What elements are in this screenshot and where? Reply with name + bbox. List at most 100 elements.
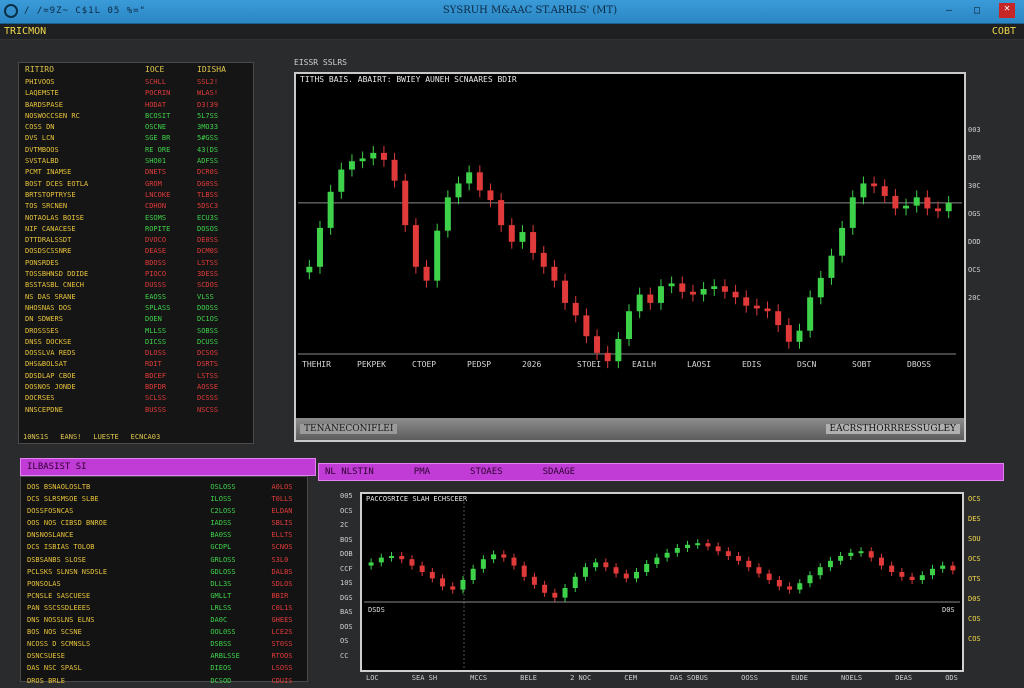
col-ask-header[interactable]: IDISHA: [197, 65, 237, 75]
app-icon[interactable]: [4, 4, 18, 18]
lower-watchlist-row[interactable]: PAN SSCSSDLEEES LRLSS C0L1S: [21, 602, 307, 614]
candle-body: [839, 227, 846, 256]
candle-body: [348, 161, 355, 170]
tab-pma[interactable]: PMA: [414, 464, 430, 480]
candle-body: [359, 158, 366, 162]
watchlist-row[interactable]: DOCRSES SCLSS DCSSS: [19, 393, 253, 404]
candle-body: [868, 551, 874, 558]
lower-watchlist-row[interactable]: NCOSS D SCMNSLS DSBSS ST0SS: [21, 638, 307, 650]
watchlist-row[interactable]: BOST DCES EOTLA GROM DG0SS: [19, 179, 253, 190]
watchlist-row[interactable]: DN SDWERS DOEN DC1OS: [19, 314, 253, 325]
watchlist-footer: 10NS1S EANS! LUESTE ECNCA03: [23, 433, 160, 441]
tab-stoaes[interactable]: STOAES: [470, 464, 503, 480]
maximize-button[interactable]: □: [970, 5, 984, 17]
bid-cell: DEASE: [145, 247, 167, 256]
watchlist-row[interactable]: NIF CANACESE ROPITE DOSOS: [19, 224, 253, 235]
symbol-cell: DOSSFOSNCAS: [27, 507, 74, 516]
watchlist-row[interactable]: TOSSBHNSD DDIDE PIOCO 3DESS: [19, 269, 253, 280]
lower-watchlist-row[interactable]: PCLSKS SLNSN NSDSLE GDLOSS DALBS: [21, 566, 307, 578]
x-tick-label: DBOSS: [907, 360, 931, 369]
minimize-button[interactable]: —: [942, 5, 956, 17]
lower-watchlist-row[interactable]: DOSSFOSNCAS C2LOSS ELDAN: [21, 505, 307, 517]
watchlist-row[interactable]: DDSDLAP CBOE BDCEF LSTSS: [19, 371, 253, 382]
watchlist-row[interactable]: COSS DN OSCNE 3MO33: [19, 122, 253, 133]
axis-tick-label: 20C: [968, 294, 981, 302]
watchlist-row[interactable]: DNSS DOCKSE DICSS DCUSS: [19, 337, 253, 348]
main-chart-panel[interactable]: TITHS BAIS. ABAIRT: BWIEY AUNEH SCNAARES…: [294, 72, 966, 442]
time-label: DAS SOBUS: [670, 674, 708, 682]
lower-watchlist-row[interactable]: PONSOLAS DLL3S SDLOS: [21, 578, 307, 590]
window-title: SYSRUH M&AAC ST.ARRLS' (MT): [442, 5, 618, 16]
watchlist-row[interactable]: BARDSPASE HODAT D3(39: [19, 100, 253, 111]
lower-watchlist-row[interactable]: PCNSLE SASCUESE GMLLT BBIR: [21, 590, 307, 602]
tab-sdaage[interactable]: SDAAGE: [543, 464, 576, 480]
menu-right-label[interactable]: COBT: [992, 26, 1016, 37]
close-button[interactable]: ✕: [999, 3, 1015, 18]
candle-body: [746, 560, 752, 568]
watchlist-row[interactable]: SVSTALBD SHO01 ADFSS: [19, 156, 253, 167]
lower-chart-title-bar[interactable]: NL NLSTIN PMA STOAES SDAAGE: [318, 463, 1004, 481]
watchlist-row[interactable]: NS DAS SRANE EAOSS VLSS: [19, 292, 253, 303]
main-candlestick-chart[interactable]: THEHIR PEKPEK CTOEP PEDSP 2026 STOEI EAILH LAOS…: [296, 74, 964, 420]
candle-body: [460, 580, 466, 590]
tab-nl[interactable]: NL NLSTIN: [325, 464, 374, 480]
watchlist-row[interactable]: DROSSSES MLLSS SOBSS: [19, 326, 253, 337]
watchlist-row[interactable]: DTTDRALSSDT DVOCO DE0SS: [19, 235, 253, 246]
menu-label[interactable]: TRICMON: [4, 26, 46, 37]
ask-cell: VLSS: [197, 292, 214, 301]
lower-watchlist-row[interactable]: DCS ISBIAS TOLOB GCDPL SCNOS: [21, 541, 307, 553]
watchlist-row[interactable]: PHIVOOS SCHLL SSL2!: [19, 77, 253, 88]
candle-body: [756, 567, 762, 574]
app-name: / /=9Z~ C$1L 05 %=": [24, 6, 146, 16]
candle-body: [370, 152, 377, 159]
lower-watchlist-row[interactable]: BOS NOS SCSNE OOL0SS LCE2S: [21, 626, 307, 638]
bid-cell: BUSSS: [145, 405, 167, 414]
axis-tick-label: COS: [968, 635, 981, 643]
ask-cell: NSCSS: [197, 405, 219, 414]
col-symbol-header[interactable]: RITIRO: [25, 65, 145, 75]
lower-watchlist-row[interactable]: DOS BSNAOLOSLTB OSLOSS A0LOS: [21, 481, 307, 493]
axis-tick-label: 30C: [968, 182, 981, 190]
watchlist-row[interactable]: PONSRDES BDOSS LSTSS: [19, 258, 253, 269]
candle-body: [613, 567, 619, 574]
watchlist-row[interactable]: NHOSNAS DOS SPLASS DOOSS: [19, 303, 253, 314]
candle-body: [689, 291, 696, 295]
sub-candlestick-chart[interactable]: DSDS D0S: [362, 494, 962, 670]
bid-cell: RE ORE: [145, 145, 171, 154]
watchlist-row[interactable]: BSSTASBL CNECH DUSSS SCDOS: [19, 280, 253, 291]
watchlist-row[interactable]: DOSDSCSSNRE DEASE DCM0S: [19, 246, 253, 257]
watchlist-row[interactable]: DVS LCN SGE BR 5#GSS: [19, 133, 253, 144]
lower-watchlist-row[interactable]: DROS BRLE DCSOD CDUIS: [21, 675, 307, 687]
watchlist-row[interactable]: NNSCEPDNE BUSSS NSCSS: [19, 405, 253, 416]
lower-watchlist-row[interactable]: DNS NOSSLNS ELNS DA0C GHEES: [21, 614, 307, 626]
watchlist-row[interactable]: TOS SRCNEN CDHON 5DSC3: [19, 201, 253, 212]
lower-watchlist-row[interactable]: DSBSANBS SLOSE GRLOSS S3L0: [21, 554, 307, 566]
lower-watchlist-row[interactable]: DAS NSC SPASL DIEOS LSOSS: [21, 662, 307, 674]
watchlist-row[interactable]: PCMT INAMSE DNETS DCR0S: [19, 167, 253, 178]
watchlist-row[interactable]: LAQEMSTE POCRIN WLAS!: [19, 88, 253, 99]
bid-cell: BDFDR: [145, 383, 167, 392]
lower-watchlist-row[interactable]: OOS NOS CIBSD BNROE IADSS SBLIS: [21, 517, 307, 529]
watchlist-row[interactable]: BRTSTOPTRYSE LNCOKE TLBSS: [19, 190, 253, 201]
lower-watchlist-row[interactable]: DCS SLRSMSOE SLBE ILOSS T0LLS: [21, 493, 307, 505]
bid-cell: PIOCO: [145, 270, 167, 279]
lower-watchlist-title-bar[interactable]: ILBASIST SI: [20, 458, 316, 476]
watchlist-row[interactable]: DHS&BOLSAT RDIT DSRTS: [19, 359, 253, 370]
col-bid-header[interactable]: IOCE: [145, 65, 197, 75]
candle-body: [531, 576, 537, 585]
watchlist-row[interactable]: DOSSLVA REDS DLOSS DCSOS: [19, 348, 253, 359]
lower-watchlist-row[interactable]: DNSNOSLANCE BA0SS ELLTS: [21, 529, 307, 541]
candle-body: [380, 152, 387, 160]
watchlist-row[interactable]: DOSNOS JONDE BDFDR AOSSE: [19, 382, 253, 393]
candle-body: [935, 208, 942, 212]
watchlist-row[interactable]: NOSWOCCSEN RC BCOSIT 5L7SS: [19, 111, 253, 122]
chart-footer-right[interactable]: EACRSTHORRRESSUGLEY: [825, 424, 960, 434]
lower-watchlist-row[interactable]: DSNCSUESE ARBLSSE RTOOS: [21, 650, 307, 662]
chart-footer-left[interactable]: TENANECONIFLEI: [300, 424, 398, 434]
candle-body: [807, 297, 814, 331]
watchlist-row[interactable]: DVTMBOOS RE ORE 43(DS: [19, 145, 253, 156]
watchlist-row[interactable]: NOTAOLAS BOISE ESOMS ECU3S: [19, 213, 253, 224]
sub-chart-panel[interactable]: PACCOSRICE SLAH ECHSCEER DSDS D0S: [360, 492, 964, 672]
candle-body: [950, 565, 956, 571]
axis-tick-label: DEM: [968, 154, 981, 162]
